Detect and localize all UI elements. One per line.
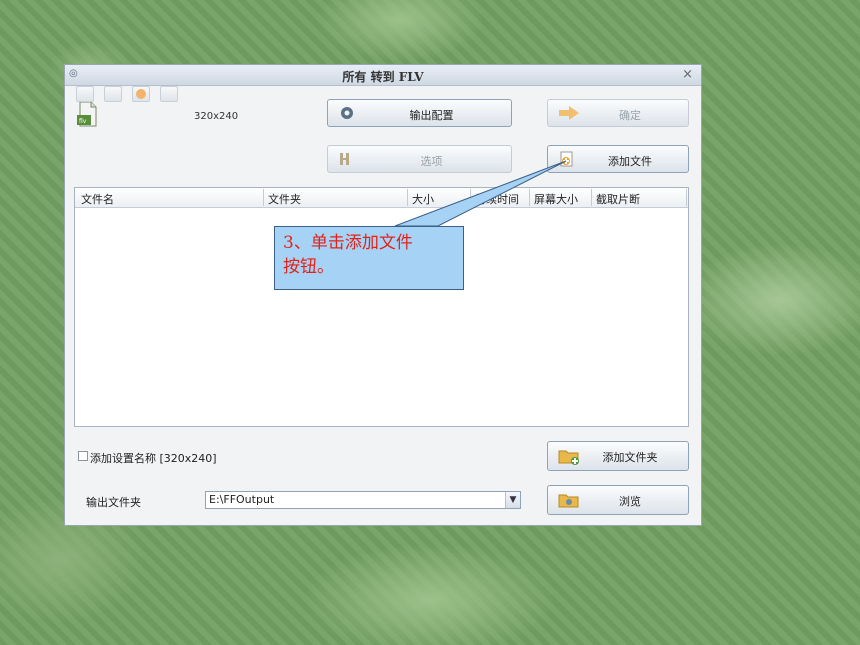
instruction-callout: 3、单击添加文件 按钮。 — [274, 226, 464, 290]
add-setting-name-checkbox[interactable] — [78, 451, 88, 461]
chevron-down-icon[interactable]: ▼ — [505, 492, 520, 508]
output-folder-label: 输出文件夹 — [86, 496, 141, 509]
add-setting-name-label: 添加设置名称 [320x240] — [90, 452, 217, 465]
browse-label: 浏览 — [619, 495, 641, 508]
add-folder-label: 添加文件夹 — [602, 451, 658, 464]
browse-button[interactable]: 浏览 — [547, 485, 689, 515]
callout-line-2: 按钮。 — [283, 257, 334, 277]
output-folder-value: E:\FFOutput — [209, 493, 275, 506]
folder-browse-icon — [558, 494, 579, 508]
callout-line-1: 3、单击添加文件 — [283, 233, 413, 253]
callout-pointer — [394, 160, 567, 227]
add-folder-button[interactable]: 添加文件夹 — [547, 441, 689, 471]
output-folder-select[interactable]: E:\FFOutput — [205, 491, 521, 509]
add-folder-icon — [558, 450, 579, 465]
